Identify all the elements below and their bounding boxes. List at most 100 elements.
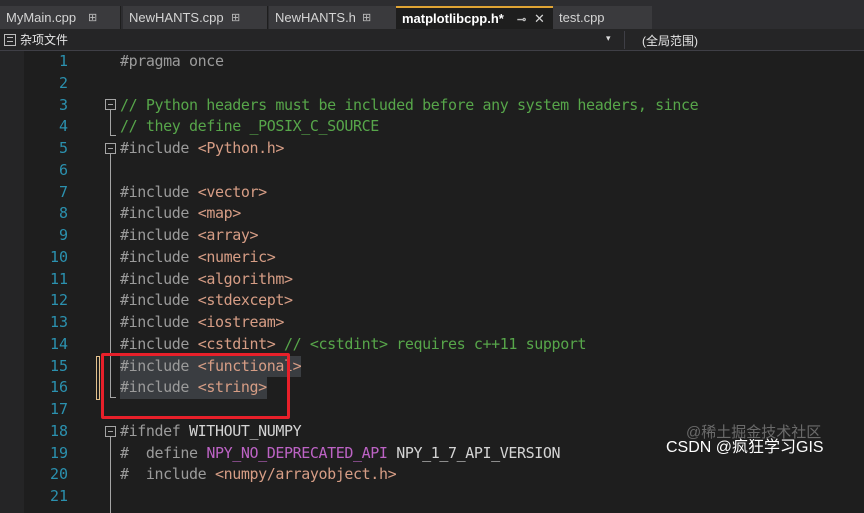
code-token: NPY_1_7_API_VERSION: [387, 443, 561, 462]
code-line[interactable]: 5 #include <Python.h>: [0, 138, 864, 160]
line-number: 1: [58, 52, 68, 70]
tab-test-cpp[interactable]: test.cpp: [553, 6, 652, 29]
line-number: 17: [49, 400, 68, 418]
line-number: 9: [58, 226, 68, 244]
code-line[interactable]: 6: [0, 160, 864, 182]
code-token: #include: [120, 291, 198, 310]
misc-files-icon: [4, 33, 16, 46]
code-token: NPY_NO_DEPRECATED_API: [206, 443, 388, 462]
code-text[interactable]: #ifndef WITHOUT_NUMPY: [120, 421, 302, 443]
collapse-icon[interactable]: [105, 143, 116, 154]
line-number: 7: [58, 182, 68, 201]
code-line[interactable]: 9 #include <array>: [0, 225, 864, 247]
code-token: <map>: [197, 204, 242, 223]
line-number: 4: [58, 117, 68, 136]
collapse-icon[interactable]: [105, 426, 116, 437]
code-token: // <cstdint> requires c++11 support: [275, 334, 587, 353]
code-text[interactable]: #include <iostream>: [120, 312, 284, 334]
code-token: #include: [120, 182, 198, 201]
code-token: <algorithm>: [197, 269, 293, 288]
code-token: #include: [120, 269, 198, 288]
tab-newhants-h[interactable]: NewHANTS.h ⊞: [269, 6, 396, 29]
tab-label: NewHANTS.h: [275, 10, 356, 25]
code-text[interactable]: // Python headers must be included befor…: [120, 95, 699, 117]
close-icon[interactable]: ✕: [534, 11, 545, 27]
code-text[interactable]: #include <map>: [120, 203, 241, 225]
code-text[interactable]: #include <numeric>: [120, 247, 276, 269]
code-line[interactable]: 10 #include <numeric>: [0, 247, 864, 269]
line-number: 15: [49, 356, 68, 375]
document-tab-strip: MyMain.cpp ⊞ NewHANTS.cpp ⊞ NewHANTS.h ⊞…: [0, 0, 864, 29]
line-number: 14: [49, 334, 68, 353]
line-number: 12: [49, 291, 68, 310]
code-token: #include: [120, 247, 198, 266]
tab-matplotlibcpp-h[interactable]: matplotlibcpp.h* ⊸ ✕: [396, 6, 553, 29]
tab-divider: [267, 6, 268, 29]
code-token: // Python headers must be included befor…: [120, 95, 699, 114]
code-line[interactable]: 2: [0, 73, 864, 95]
code-line[interactable]: 7 #include <vector>: [0, 182, 864, 204]
code-text[interactable]: // they define _POSIX_C_SOURCE: [120, 116, 379, 138]
fold-guide-end: [110, 135, 116, 136]
code-text[interactable]: #include <array>: [120, 225, 259, 247]
chevron-down-icon[interactable]: ▾: [606, 33, 611, 44]
collapse-icon[interactable]: [105, 99, 116, 110]
navigation-bar: 杂项文件 ▾ (全局范围): [0, 29, 864, 51]
tab-label: test.cpp: [559, 10, 605, 25]
pin-icon[interactable]: ⊞: [231, 11, 240, 24]
code-token: WITHOUT_NUMPY: [189, 421, 302, 440]
code-text[interactable]: #include <Python.h>: [120, 138, 284, 160]
annotation-highlight-box: [101, 353, 290, 419]
code-token: #include: [120, 139, 198, 157]
line-number: 8: [58, 204, 68, 223]
line-number: 13: [49, 313, 68, 331]
code-line[interactable]: 4 // they define _POSIX_C_SOURCE: [0, 116, 864, 138]
pin-icon[interactable]: ⊞: [362, 11, 371, 24]
code-line[interactable]: 13 #include <iostream>: [0, 312, 864, 334]
line-number: 10: [49, 247, 68, 266]
tab-label: MyMain.cpp: [6, 10, 77, 25]
code-token: #include: [120, 334, 198, 353]
code-line[interactable]: 21: [0, 486, 864, 508]
code-token: <numpy/arrayobject.h>: [214, 465, 397, 484]
code-token: <Python.h>: [197, 139, 285, 157]
code-token: #ifndef: [120, 421, 190, 440]
project-scope-label: 杂项文件: [20, 33, 69, 47]
code-text[interactable]: # define NPY_NO_DEPRECATED_API NPY_1_7_A…: [120, 443, 561, 465]
line-number: 16: [49, 378, 68, 397]
project-dropdown[interactable]: 杂项文件 ▾: [0, 29, 622, 50]
pin-icon[interactable]: ⊸: [517, 13, 526, 26]
code-text[interactable]: #pragma once: [120, 51, 224, 73]
code-line[interactable]: 1 #pragma once: [0, 51, 864, 73]
navbar-divider: [624, 31, 625, 49]
code-line[interactable]: 8 #include <map>: [0, 203, 864, 225]
fold-guide: [110, 110, 111, 135]
line-number: 20: [49, 465, 68, 484]
code-text[interactable]: #include <stdexcept>: [120, 290, 293, 312]
code-token: # define: [120, 443, 207, 462]
line-number: 18: [49, 421, 68, 440]
code-line[interactable]: 20 # include <numpy/arrayobject.h>: [0, 464, 864, 486]
code-token: #pragma once: [120, 52, 224, 70]
code-line[interactable]: 11 #include <algorithm>: [0, 269, 864, 291]
line-number: 3: [58, 95, 68, 114]
code-token: <array>: [197, 226, 259, 244]
line-number: 19: [49, 443, 68, 462]
code-line[interactable]: 3 // Python headers must be included befo…: [0, 95, 864, 117]
code-text[interactable]: # include <numpy/arrayobject.h>: [120, 464, 397, 486]
code-token: <vector>: [197, 182, 267, 201]
tab-divider: [120, 6, 121, 29]
code-token: #include: [120, 226, 198, 244]
code-line[interactable]: 12 #include <stdexcept>: [0, 290, 864, 312]
code-text[interactable]: #include <vector>: [120, 182, 267, 204]
code-token: // they define _POSIX_C_SOURCE: [120, 117, 379, 136]
pin-icon[interactable]: ⊞: [88, 11, 97, 24]
csdn-watermark: CSDN @疯狂学习GIS: [666, 439, 824, 456]
line-number: 2: [58, 73, 68, 92]
line-number: 6: [58, 160, 68, 179]
code-text[interactable]: #include <algorithm>: [120, 269, 293, 291]
tab-mymain-cpp[interactable]: MyMain.cpp ⊞: [0, 6, 120, 29]
tab-newhants-cpp[interactable]: NewHANTS.cpp ⊞: [123, 6, 267, 29]
unsaved-change-indicator: [96, 356, 100, 400]
scope-dropdown[interactable]: (全局范围): [642, 32, 698, 49]
